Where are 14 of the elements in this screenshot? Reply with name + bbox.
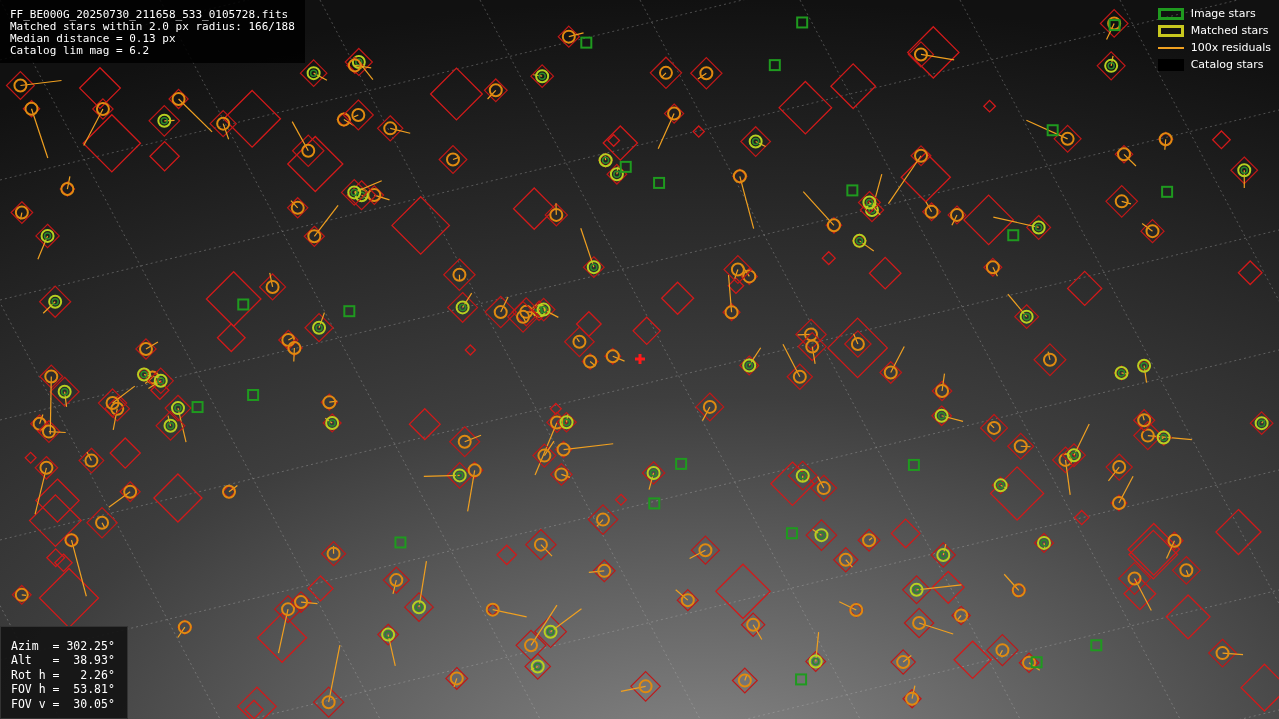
pointing-text: Rot h = 2.26° — [11, 667, 115, 682]
info-text: Catalog lim mag = 6.2 — [10, 45, 151, 57]
info-text: Matched stars within 2.0 px radius: 166/188 — [10, 21, 295, 33]
legend-label: Catalog stars — [1190, 58, 1264, 71]
legend-label: Matched stars — [1190, 24, 1269, 37]
pointing-text: FOV h = 53.81° — [11, 682, 115, 697]
pointing-text: Azim = 302.25° — [11, 638, 115, 653]
info-text: Median distance = 0.13 px — [10, 33, 177, 45]
info-text: FF_BE000G_20250730_211658_533_0105728.fits — [10, 9, 290, 21]
pointing-text: Alt = 38.93° — [11, 653, 115, 668]
legend-label: Image stars — [1190, 7, 1256, 20]
legend-label: 100x residuals — [1190, 41, 1271, 54]
center-cross-icon — [633, 352, 647, 366]
pointing-text: FOV v = 30.05° — [11, 696, 115, 711]
